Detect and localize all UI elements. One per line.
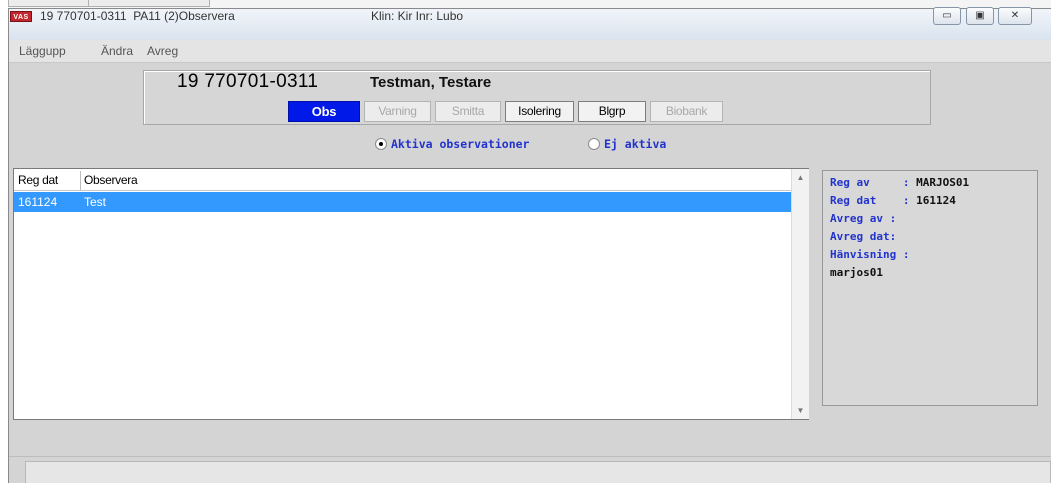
detail-reg-dat: Reg dat : 161124 bbox=[830, 194, 956, 207]
window-title: 19 770701-0311 PA11 (2)Observera bbox=[40, 9, 235, 23]
radio-label-ej-aktiva[interactable]: Ej aktiva bbox=[604, 137, 666, 151]
detail-reg-av: Reg av : MARJOS01 bbox=[830, 176, 969, 189]
detail-avreg-dat: Avreg dat: bbox=[830, 230, 896, 243]
scroll-down-icon[interactable]: ▼ bbox=[792, 402, 809, 419]
close-button[interactable]: ✕ bbox=[998, 7, 1032, 25]
detail-value: marjos01 bbox=[830, 266, 883, 279]
patient-id: 19 770701-0311 bbox=[177, 71, 319, 92]
tab-blgrp[interactable]: Blgrp bbox=[578, 101, 646, 122]
background-tab-fragment bbox=[88, 0, 210, 7]
column-header-reg-dat[interactable]: Reg dat bbox=[18, 173, 58, 187]
app-logo-icon: VAS bbox=[10, 11, 32, 22]
detail-label: Hänvisning : bbox=[830, 248, 910, 261]
column-divider[interactable] bbox=[80, 171, 81, 190]
detail-label: Reg av : bbox=[830, 176, 917, 189]
clinic-info: Klin: Kir Inr: Lubo bbox=[371, 9, 464, 23]
minimize-button[interactable]: ▭ bbox=[933, 7, 961, 25]
background-tab-fragment bbox=[8, 0, 90, 7]
detail-hanvisning-text: marjos01 bbox=[830, 266, 883, 279]
menu-item-andra[interactable]: Ändra bbox=[101, 44, 133, 58]
tab-biobank[interactable]: Biobank bbox=[650, 101, 723, 122]
tab-smitta[interactable]: Smitta bbox=[435, 101, 501, 122]
close-icon: ✕ bbox=[1010, 10, 1020, 21]
column-header-observera[interactable]: Observera bbox=[84, 173, 138, 187]
detail-value: 161124 bbox=[916, 194, 956, 207]
vertical-scrollbar[interactable]: ▲ ▼ bbox=[791, 169, 809, 419]
scroll-up-icon[interactable]: ▲ bbox=[792, 169, 809, 186]
status-bar bbox=[25, 461, 1051, 483]
detail-label: Avreg av : bbox=[830, 212, 903, 225]
detail-avreg-av: Avreg av : bbox=[830, 212, 903, 225]
table-row[interactable] bbox=[14, 192, 791, 212]
minimize-icon: ▭ bbox=[942, 10, 952, 21]
background-window-strip bbox=[8, 0, 1051, 8]
patient-name: Testman, Testare bbox=[370, 74, 492, 91]
tab-obs[interactable]: Obs bbox=[288, 101, 360, 122]
maximize-button[interactable]: ▣ bbox=[966, 7, 994, 25]
radio-ej-aktiva[interactable] bbox=[588, 138, 600, 150]
menu-item-laggupp[interactable]: Läggupp bbox=[19, 44, 66, 58]
tab-varning[interactable]: Varning bbox=[364, 101, 431, 122]
detail-label: Avreg dat: bbox=[830, 230, 897, 243]
menu-item-avreg[interactable]: Avreg bbox=[147, 44, 178, 58]
detail-hanvisning: Hänvisning : bbox=[830, 248, 909, 261]
tab-isolering[interactable]: Isolering bbox=[505, 101, 574, 122]
detail-value: MARJOS01 bbox=[916, 176, 970, 189]
cell-observera[interactable]: Test bbox=[84, 195, 106, 209]
radio-aktiva-observationer[interactable] bbox=[375, 138, 387, 150]
maximize-icon: ▣ bbox=[975, 10, 985, 21]
cell-reg-dat[interactable]: 161124 bbox=[18, 195, 57, 209]
radio-label-aktiva[interactable]: Aktiva observationer bbox=[391, 137, 529, 151]
detail-label: Reg dat : bbox=[830, 194, 917, 207]
divider bbox=[9, 456, 1051, 457]
